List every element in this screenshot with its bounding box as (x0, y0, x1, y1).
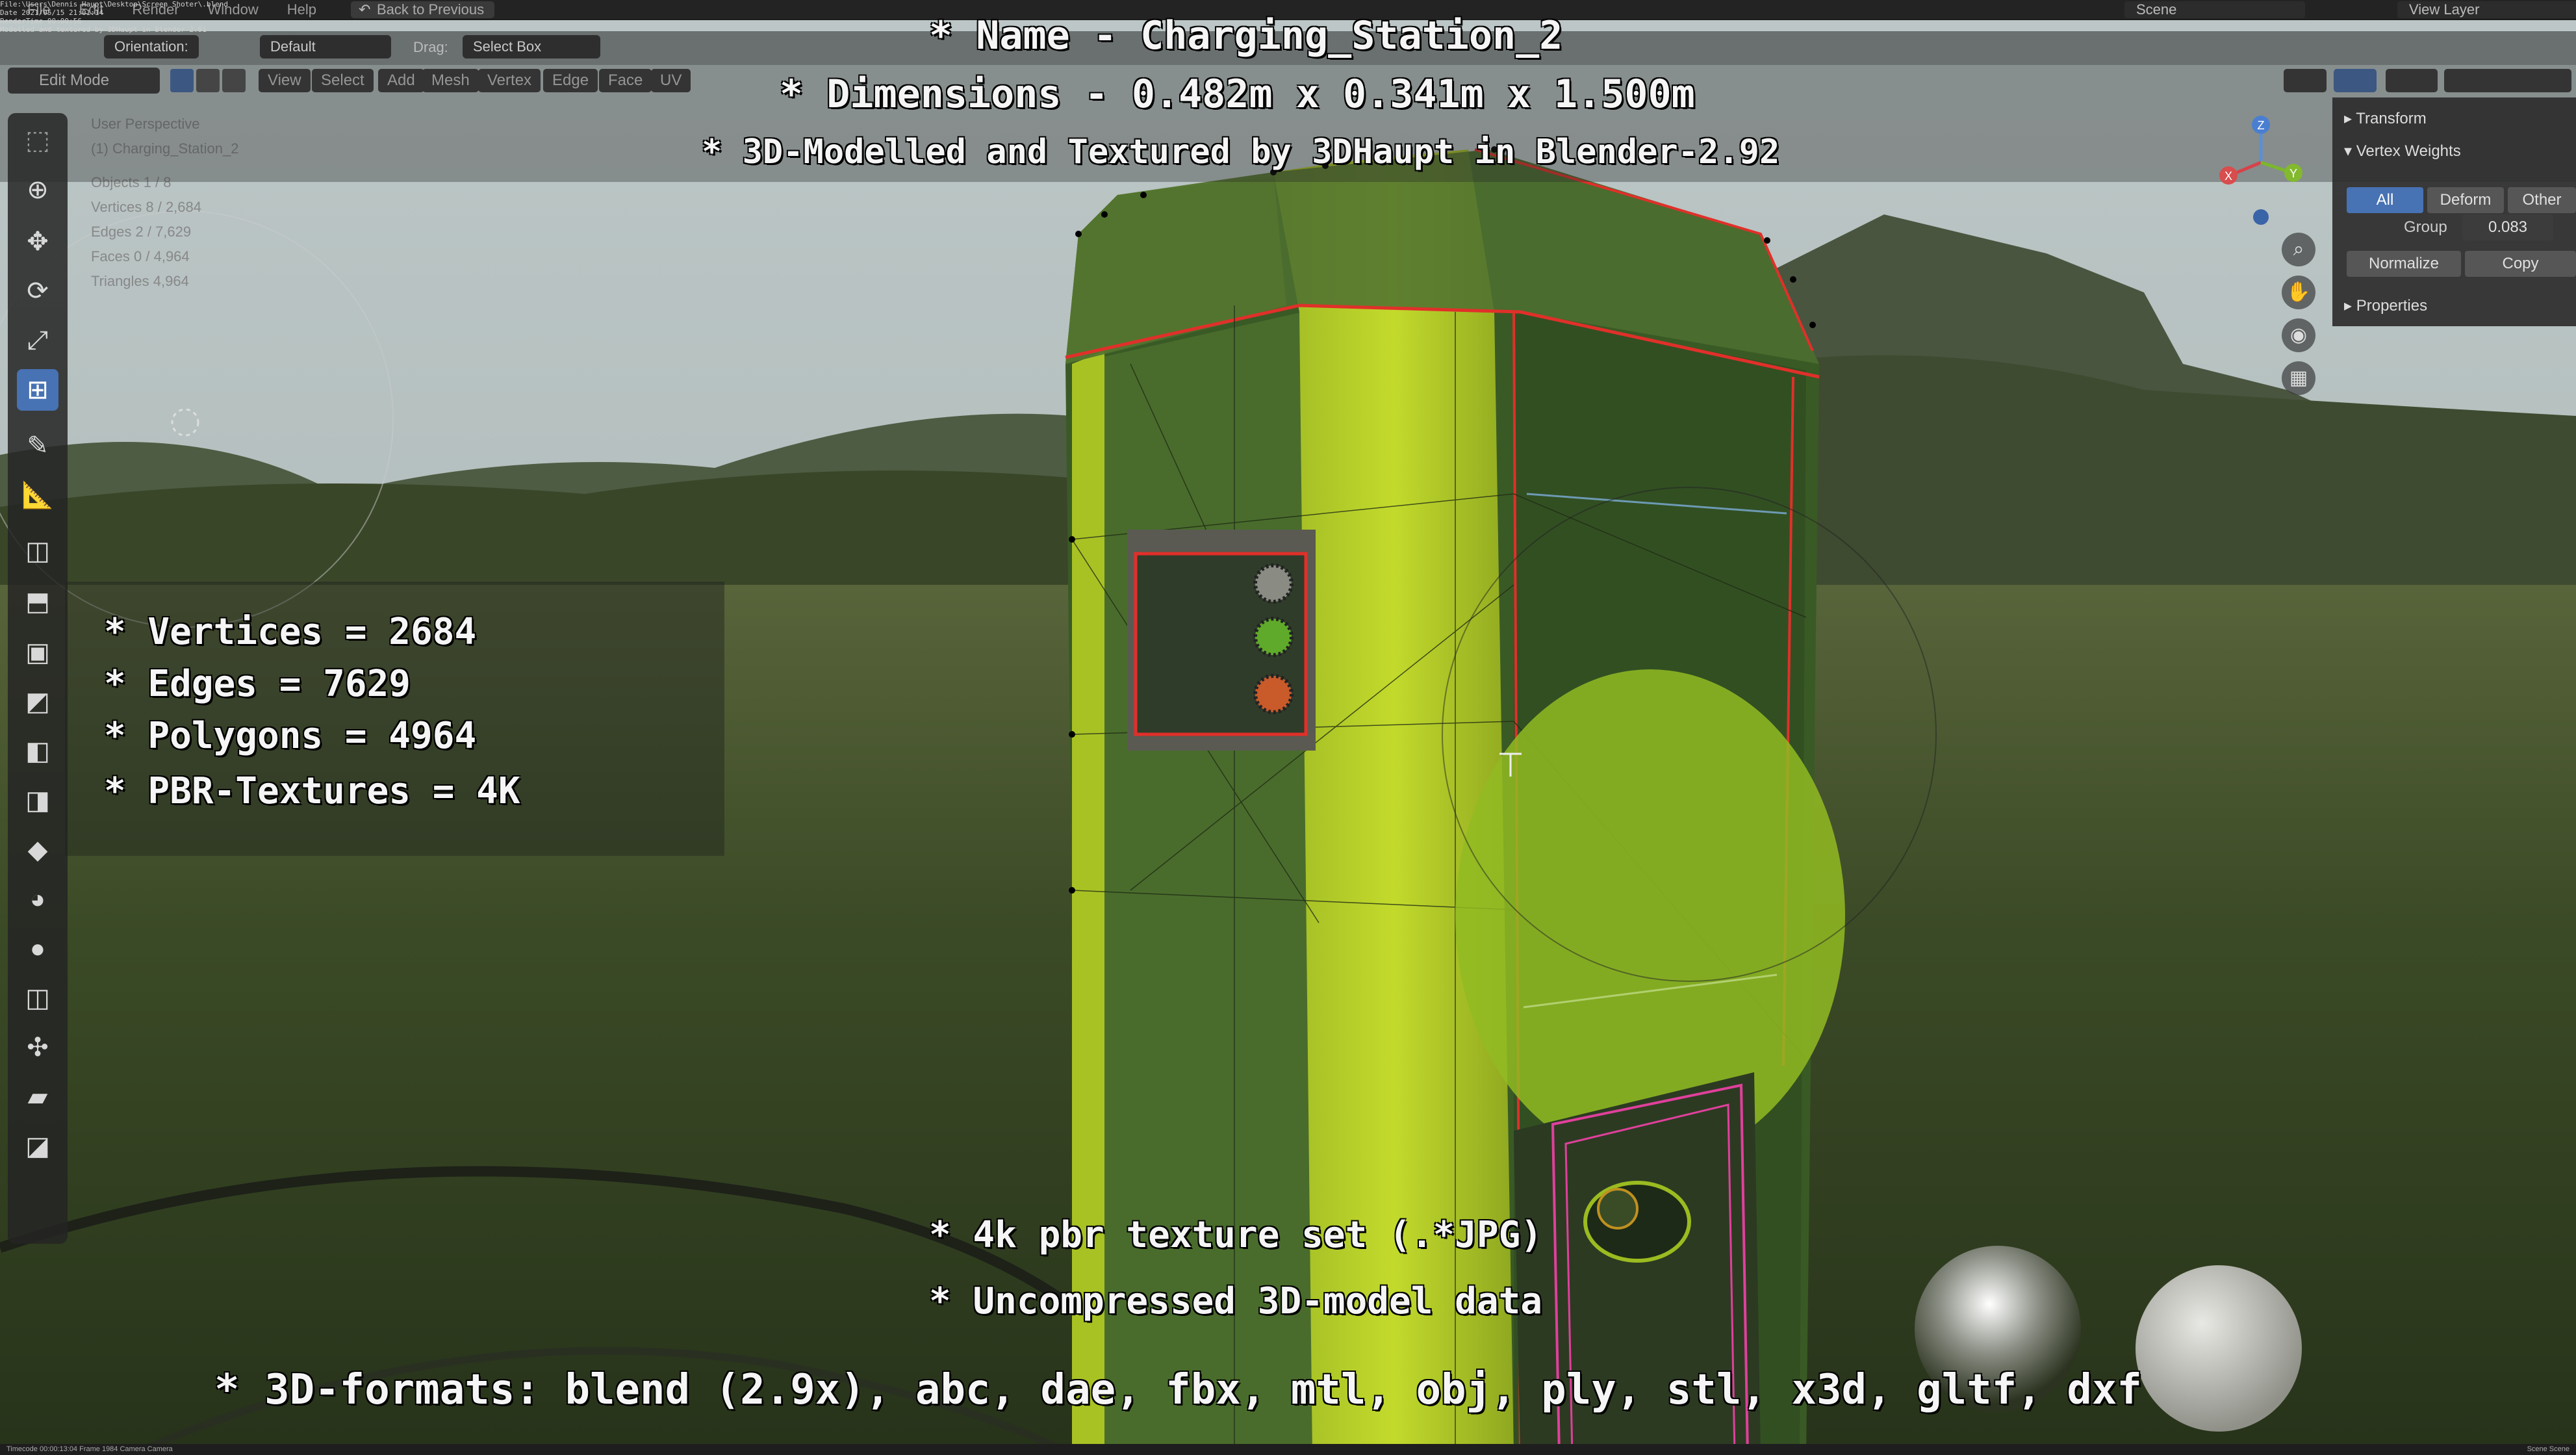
view-layer-selector[interactable]: View Layer (2397, 1, 2576, 18)
zoom-icon[interactable]: ⌕ (2282, 233, 2315, 266)
shrink-fatten-tool-icon[interactable]: ✣ (17, 1027, 58, 1068)
rip-region-tool-icon[interactable]: ◪ (17, 1126, 58, 1167)
orientation-label: Orientation: (104, 35, 199, 58)
transform-orientation-dropdown[interactable]: Default (260, 35, 391, 58)
properties-label: Properties (2356, 297, 2428, 315)
group-label: Group (2404, 218, 2447, 236)
stat-triangles: Triangles 4,964 (91, 273, 189, 289)
back-to-previous-button[interactable]: Back to Previous (351, 1, 495, 18)
left-toolbar: ⬚ ⊕ ✥ ⟳ ⤢ ⊞ ✎ 📐 ◫ ⬒ ▣ ◩ ◧ ◨ ◆ ◕ ● ◫ ✣ ▰ … (8, 113, 68, 1244)
normalize-button[interactable]: Normalize (2347, 251, 2461, 277)
rotate-tool-icon[interactable]: ⟳ (17, 270, 58, 312)
bevel-tool-icon[interactable]: ◩ (17, 681, 58, 723)
render-stamp-note: Modelled and textured by 3DHaupt in Blen… (0, 25, 207, 34)
shear-tool-icon[interactable]: ▰ (17, 1076, 58, 1118)
edge-slide-tool-icon[interactable]: ◫ (17, 977, 58, 1019)
navigation-gizmo[interactable]: Z X Y (2209, 110, 2313, 227)
knife-tool-icon[interactable]: ◨ (17, 780, 58, 821)
gizmo-z-label: Z (2258, 119, 2265, 132)
transform-tool-icon[interactable]: ⊞ (17, 369, 58, 411)
menu-help[interactable]: Help (273, 1, 331, 18)
spin-tool-icon[interactable]: ◕ (17, 879, 58, 920)
tab-other[interactable]: Other (2508, 187, 2576, 213)
formats-line: * 3D-formats: blend (2.9x), abc, dae, fb… (214, 1366, 2142, 1414)
loop-cut-tool-icon[interactable]: ◧ (17, 730, 58, 772)
camera-view-icon[interactable]: ◉ (2282, 318, 2315, 352)
gizmo-x-label: X (2225, 170, 2232, 183)
stat-faces: Faces 0 / 4,964 (91, 248, 190, 264)
transform-label: Transform (2356, 110, 2427, 127)
annotate-tool-icon[interactable]: ✎ (17, 425, 58, 467)
properties-panel-header[interactable]: ▸ Properties (2344, 296, 2427, 315)
texture-set-line: * 4k pbr texture set (.*JPG) (929, 1214, 1543, 1256)
inset-tool-icon[interactable]: ▣ (17, 632, 58, 673)
tab-all[interactable]: All (2347, 187, 2423, 213)
status-bar: Timecode 00:00:13:04 Frame 1984 Camera C… (0, 1444, 2576, 1455)
add-cube-tool-icon[interactable]: ◫ (17, 530, 58, 572)
ortho-grid-icon[interactable]: ▦ (2282, 361, 2315, 395)
vertex-weights-panel-header[interactable]: ▾ Vertex Weights (2344, 142, 2461, 161)
spec-edges: * Edges = 7629 (104, 663, 411, 705)
pan-hand-icon[interactable]: ✋ (2282, 276, 2315, 309)
model-name-line: * Name - Charging_Station_2 (929, 13, 1563, 58)
group-weight-field[interactable]: 0.083 (2462, 214, 2553, 240)
stat-edges: Edges 2 / 7,629 (91, 224, 192, 240)
scale-tool-icon[interactable]: ⤢ (17, 320, 58, 361)
spec-textures: * PBR-Textures = 4K (104, 770, 520, 812)
poly-build-tool-icon[interactable]: ◆ (17, 829, 58, 871)
drag-select-dropdown[interactable]: Select Box (463, 35, 600, 58)
move-tool-icon[interactable]: ✥ (17, 221, 58, 263)
spec-vertices: * Vertices = 2684 (104, 611, 477, 653)
stat-vertices: Vertices 8 / 2,684 (91, 199, 201, 215)
vertex-weights-label: Vertex Weights (2356, 142, 2461, 160)
sidebar-n-panel: ▸ Transform ▾ Vertex Weights All Deform … (2332, 97, 2576, 326)
model-data-line: * Uncompressed 3D-model data (929, 1280, 1543, 1322)
dimensions-line: * Dimensions - 0.482m x 0.341m x 1.500m (780, 71, 1695, 117)
gizmo-y-label: Y (2289, 167, 2297, 180)
drag-label: Drag: (413, 39, 448, 55)
smooth-tool-icon[interactable]: ● (17, 928, 58, 970)
credit-line: * 3D-Modelled and Textured by 3DHaupt in… (702, 133, 1780, 172)
render-stamp-date: Date 2021/05/15 21:01:14 (0, 8, 103, 17)
spec-polygons: * Polygons = 4964 (104, 715, 477, 757)
measure-tool-icon[interactable]: 📐 (17, 474, 58, 516)
render-stamp-file: File:\Users\Dennis Haupt\Desktop\Screen … (0, 0, 228, 8)
copy-button[interactable]: Copy (2465, 251, 2576, 277)
render-stamp: File:\Users\Dennis Haupt\Desktop\Screen … (0, 0, 228, 34)
transform-panel-header[interactable]: ▸ Transform (2344, 109, 2427, 128)
render-stamp-rendertime: RenderTime 00:00:56 (0, 17, 82, 25)
status-left: Timecode 00:00:13:04 Frame 1984 Camera C… (6, 1445, 173, 1453)
status-right: Scene Scene (2527, 1445, 2570, 1453)
tab-deform[interactable]: Deform (2427, 187, 2504, 213)
extrude-tool-icon[interactable]: ⬒ (17, 581, 58, 623)
scene-selector[interactable]: Scene (2124, 1, 2305, 18)
